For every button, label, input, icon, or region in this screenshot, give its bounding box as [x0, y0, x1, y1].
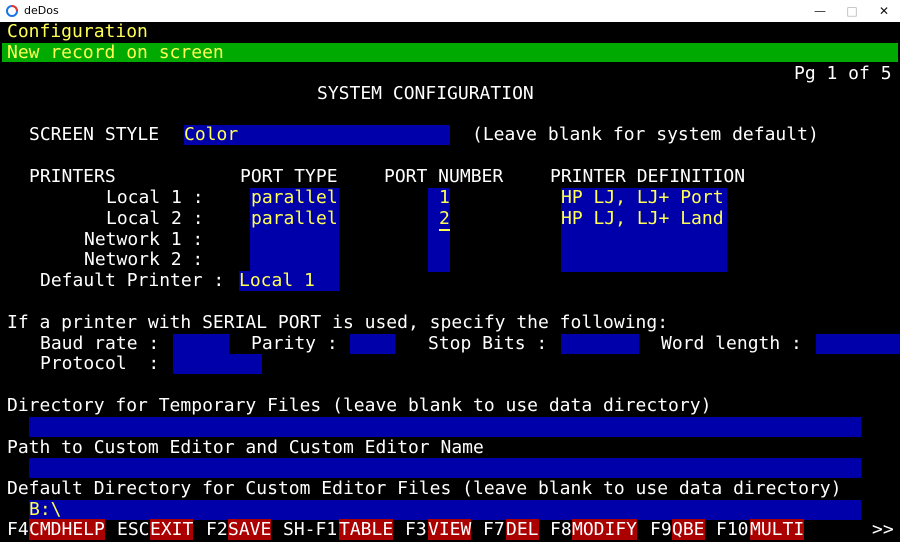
word-length-label: Word length : — [661, 333, 802, 354]
fkey-save-button[interactable]: SAVE — [228, 519, 272, 540]
page-heading: SYSTEM CONFIGURATION — [317, 83, 534, 104]
baud-rate-field[interactable] — [173, 334, 229, 354]
fkey-f3-key: F3 — [405, 519, 427, 540]
baud-rate-label: Baud rate : — [40, 333, 160, 354]
fkey-qbe-button[interactable]: QBE — [672, 519, 705, 540]
printer-definition-field[interactable]: HP LJ, LJ+ Port — [561, 188, 724, 208]
fkey-f8-key: F8 — [550, 519, 572, 540]
fkey-cmdhelp-button[interactable]: CMDHELP — [29, 519, 105, 540]
fkey-modify-button[interactable]: MODIFY — [572, 519, 638, 540]
printers-header: PRINTERS — [29, 166, 116, 187]
page-indicator: Pg 1 of 5 — [794, 63, 892, 84]
fkey-f2-key: F2 — [206, 519, 228, 540]
word-length-field[interactable] — [816, 334, 900, 354]
screen-style-value: Color — [184, 125, 239, 145]
stop-bits-field[interactable] — [561, 334, 639, 354]
fkey-multi-button[interactable]: MULTI — [750, 519, 805, 540]
default-printer-field[interactable]: Local 1 — [239, 271, 339, 291]
printer-row-label: Network 2 : — [84, 249, 204, 270]
screen-style-label: SCREEN STYLE — [29, 124, 160, 145]
port-number-field[interactable]: 1 — [439, 188, 450, 208]
port-type-field[interactable]: parallel — [251, 188, 338, 208]
editor-directory-field[interactable]: B:\ — [29, 500, 861, 520]
custom-editor-label: Path to Custom Editor and Custom Editor … — [7, 437, 484, 458]
fkey-f4-key: F4 — [7, 519, 29, 540]
printer-row-label: Network 1 : — [84, 229, 204, 250]
stop-bits-label: Stop Bits : — [428, 333, 548, 354]
fkey-esc-key: ESC — [117, 519, 150, 540]
more-keys-indicator[interactable]: >> — [872, 519, 894, 540]
fkey-f9-key: F9 — [650, 519, 672, 540]
maximize-button[interactable]: □ — [836, 0, 868, 22]
fkey-table-button[interactable]: TABLE — [339, 519, 394, 540]
default-printer-label: Default Printer : — [40, 270, 225, 291]
printer-row-label: Local 2 : — [106, 208, 204, 229]
parity-field[interactable] — [350, 334, 395, 354]
printer-definition-field[interactable]: HP LJ, LJ+ Land — [561, 209, 724, 229]
fkey-del-button[interactable]: DEL — [506, 519, 539, 540]
fkey-shf1-key: SH-F1 — [283, 519, 338, 540]
screen-style-field[interactable]: Color — [184, 125, 450, 145]
printer-definition-header: PRINTER DEFINITION — [550, 166, 746, 187]
window-titlebar[interactable]: deDos — □ ✕ — [0, 0, 900, 23]
default-printer-value: Local 1 — [239, 271, 315, 291]
dedos-window: deDos — □ ✕ Configuration New record on … — [0, 0, 900, 542]
fkey-f7-key: F7 — [483, 519, 505, 540]
port-number-field-active[interactable]: 2 — [439, 209, 450, 231]
function-key-bar: F4 CMDHELP ESC EXIT F2 SAVE SH-F1 TABLE … — [0, 519, 900, 540]
screen-title: Configuration — [7, 22, 148, 42]
protocol-label: Protocol : — [40, 353, 160, 374]
terminal-screen[interactable]: Configuration New record on screen Pg 1 … — [0, 22, 900, 542]
parity-label: Parity : — [251, 333, 338, 354]
fkey-view-button[interactable]: VIEW — [428, 519, 472, 540]
editor-directory-label: Default Directory for Custom Editor File… — [7, 478, 842, 499]
window-title: deDos — [24, 4, 59, 17]
close-button[interactable]: ✕ — [868, 0, 900, 22]
screen-style-hint: (Leave blank for system default) — [472, 124, 819, 145]
status-bar: New record on screen — [2, 42, 898, 63]
editor-directory-value: B:\ — [29, 500, 62, 520]
port-number-header: PORT NUMBER — [384, 166, 504, 187]
port-type-header: PORT TYPE — [240, 166, 338, 187]
protocol-field[interactable] — [173, 354, 262, 374]
fkey-f10-key: F10 — [716, 519, 749, 540]
printer-row-label: Local 1 : — [106, 187, 204, 208]
fkey-exit-button[interactable]: EXIT — [150, 519, 194, 540]
port-type-field[interactable]: parallel — [251, 209, 338, 229]
dedos-app-icon — [6, 5, 18, 17]
temp-directory-label: Directory for Temporary Files (leave bla… — [7, 395, 712, 416]
status-message: New record on screen — [7, 42, 224, 63]
custom-editor-field[interactable] — [29, 458, 861, 478]
minimize-button[interactable]: — — [804, 0, 836, 22]
temp-directory-field[interactable] — [29, 417, 861, 437]
serial-intro: If a printer with SERIAL PORT is used, s… — [7, 312, 669, 333]
